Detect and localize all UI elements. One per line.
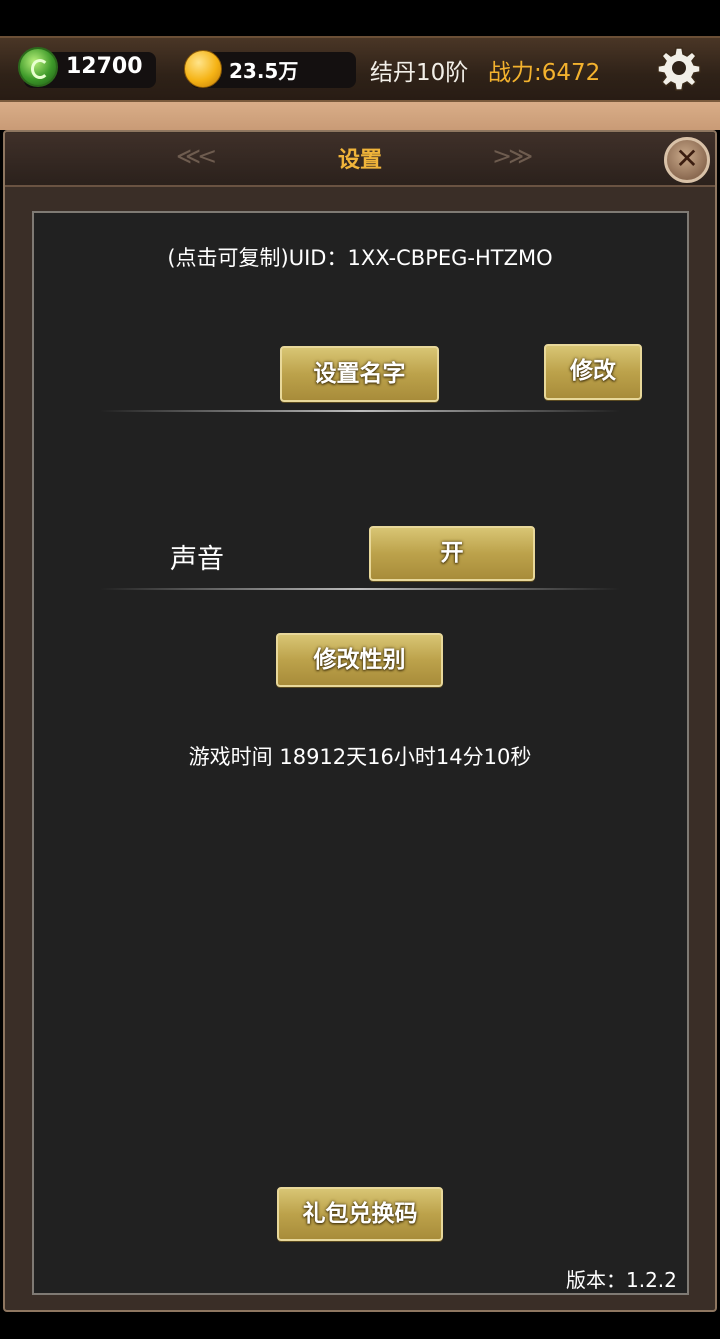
jade-amount: 12700	[66, 54, 143, 79]
dialog-title: 设置	[337, 148, 382, 173]
header-strip	[0, 102, 720, 130]
jade-icon	[18, 47, 58, 87]
title-ornament-right: >≫	[492, 142, 533, 170]
divider	[100, 410, 620, 412]
combat-power: 战力:6472	[488, 60, 601, 86]
sound-toggle-button[interactable]: 开	[369, 526, 535, 581]
set-name-button[interactable]: 设置名字	[280, 346, 439, 402]
cultivation-realm: 结丹10阶	[370, 60, 469, 86]
uid-copy-text[interactable]: (点击可复制)UID：1XX-CBPEG-HTZMO	[0, 242, 720, 272]
divider	[100, 588, 620, 590]
sound-label: 声音	[170, 544, 224, 575]
gold-coin-icon	[184, 50, 222, 88]
close-button[interactable]: ✕	[664, 137, 710, 183]
change-gender-button[interactable]: 修改性别	[276, 633, 443, 687]
play-time-text: 游戏时间 18912天16小时14分10秒	[188, 745, 532, 769]
modify-name-button[interactable]: 修改	[544, 344, 642, 400]
gift-code-button[interactable]: 礼包兑换码	[277, 1187, 443, 1241]
gold-amount: 23.5万	[229, 59, 299, 83]
version-text: 版本：1.2.2	[566, 1268, 677, 1292]
status-bar	[0, 0, 720, 36]
gear-icon[interactable]	[656, 45, 702, 91]
close-icon: ✕	[675, 142, 699, 175]
